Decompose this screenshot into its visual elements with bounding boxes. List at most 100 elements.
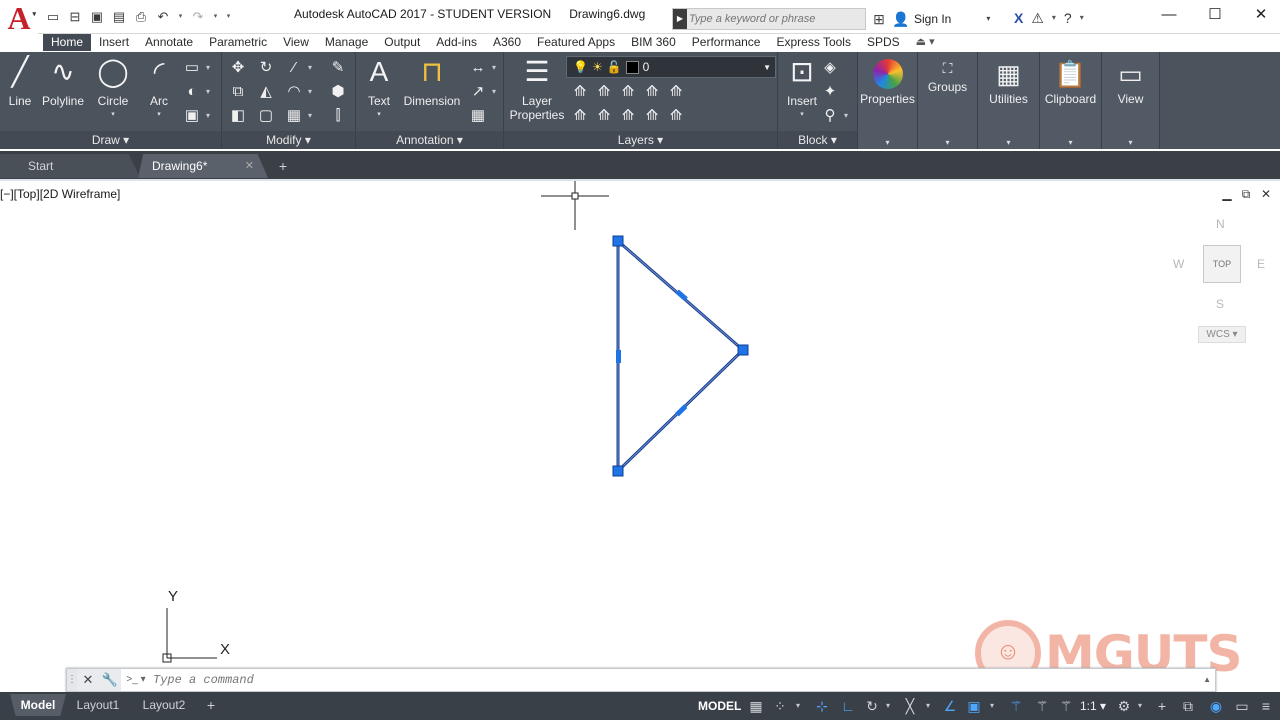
tab-layout1[interactable]: Layout1: [66, 694, 130, 716]
linear-dimension-icon[interactable]: ↔: [468, 58, 497, 78]
tab-annotate[interactable]: Annotate: [137, 34, 201, 51]
customization-menu-icon[interactable]: ≡: [1256, 696, 1276, 716]
chevron-down-icon[interactable]: ▾: [886, 696, 894, 716]
annotation-monitor-plus-icon[interactable]: +: [1152, 696, 1172, 716]
vertex-grip[interactable]: [612, 465, 624, 477]
tab-performance[interactable]: Performance: [684, 34, 769, 51]
sign-in-area[interactable]: ⊞ 👤 Sign In ▾: [870, 8, 997, 30]
insert-block-button[interactable]: ⊡ Insert ▾: [782, 56, 822, 122]
layer-tool-4-icon[interactable]: ⟰: [642, 82, 662, 102]
polar-tracking-icon[interactable]: ↻: [862, 696, 882, 716]
rectangle-icon[interactable]: ▭: [182, 58, 210, 78]
scale-icon[interactable]: ▢: [256, 106, 276, 126]
layer-tool-6-icon[interactable]: ⟰: [570, 106, 590, 126]
layer-tool-10-icon[interactable]: ⟰: [666, 106, 686, 126]
viewcube-north[interactable]: N: [1216, 217, 1225, 231]
circle-tool-button[interactable]: ◯ Circle ▾: [94, 56, 132, 122]
clean-screen-icon[interactable]: ▭: [1232, 696, 1252, 716]
tab-express-tools[interactable]: Express Tools: [768, 34, 858, 51]
viewcube-east[interactable]: E: [1257, 257, 1265, 271]
print-icon[interactable]: ⎙: [132, 8, 150, 26]
view-panel-button[interactable]: ▭ View ▾: [1102, 52, 1160, 149]
layers-panel-title[interactable]: Layers ▾: [504, 131, 777, 149]
layer-tool-1-icon[interactable]: ⟰: [570, 82, 590, 102]
erase-icon[interactable]: ✎: [328, 58, 348, 78]
dimension-tool-button[interactable]: ⊓ Dimension: [402, 56, 462, 108]
grid-icon[interactable]: ▦: [746, 696, 766, 716]
search-input[interactable]: [689, 10, 859, 28]
tab-output[interactable]: Output: [376, 34, 428, 51]
ortho-icon[interactable]: ∟: [838, 696, 858, 716]
annotation-panel-title[interactable]: Annotation ▾: [356, 131, 503, 149]
wcs-menu[interactable]: WCS ▾: [1198, 326, 1246, 343]
draw-panel-title[interactable]: Draw ▾: [0, 131, 221, 149]
edit-block-icon[interactable]: ✦: [820, 82, 840, 102]
current-layer-dropdown[interactable]: 💡 ☀ 🔓 0 ▼: [566, 56, 776, 78]
autodesk-a360-icon[interactable]: ⚠: [1031, 9, 1044, 27]
layer-tool-9-icon[interactable]: ⟰: [642, 106, 662, 126]
tab-spds[interactable]: SPDS: [859, 34, 908, 51]
exchange-apps-icon[interactable]: X: [1014, 9, 1023, 27]
offset-icon[interactable]: ⫿: [328, 106, 348, 126]
midpoint-grip[interactable]: [675, 404, 688, 417]
workspace-gear-icon[interactable]: ⚙: [1114, 696, 1134, 716]
tab-model[interactable]: Model: [10, 694, 66, 716]
viewcube-west[interactable]: W: [1173, 257, 1184, 271]
mirror-icon[interactable]: ◭: [256, 82, 276, 102]
drag-handle[interactable]: ⋮: [67, 669, 77, 691]
chevron-down-icon[interactable]: ▾: [926, 696, 934, 716]
stretch-icon[interactable]: ◧: [228, 106, 248, 126]
binoculars-icon[interactable]: ⊞: [870, 10, 888, 28]
layer-tool-8-icon[interactable]: ⟰: [618, 106, 638, 126]
search-expand-icon[interactable]: ▶: [673, 9, 687, 29]
tab-layout2[interactable]: Layout2: [132, 694, 196, 716]
chevron-down-icon[interactable]: ▾: [1138, 696, 1146, 716]
isolate-objects-icon[interactable]: ⧉: [1178, 696, 1198, 716]
dynamic-input-icon[interactable]: ⊹: [812, 696, 832, 716]
hardware-acceleration-icon[interactable]: ◉: [1206, 696, 1226, 716]
tab-view[interactable]: View: [275, 34, 317, 51]
customize-qat-icon[interactable]: ▾: [224, 8, 233, 26]
close-tab-icon[interactable]: ✕: [245, 154, 254, 178]
new-layout-button[interactable]: +: [200, 694, 222, 716]
customize-wrench-icon[interactable]: 🔧: [99, 669, 121, 691]
polyline-tool-button[interactable]: ∿ Polyline: [40, 56, 86, 108]
new-file-icon[interactable]: ▭: [44, 8, 62, 26]
close-command-line-icon[interactable]: ✕: [77, 669, 99, 691]
tab-home[interactable]: Home: [43, 34, 92, 51]
command-history-icon[interactable]: ▲: [1203, 669, 1211, 691]
tab-manage[interactable]: Manage: [317, 34, 376, 51]
selected-triangle[interactable]: [616, 237, 746, 475]
object-snap-tracking-icon[interactable]: ∠: [940, 696, 960, 716]
command-input[interactable]: [153, 671, 1153, 689]
viewcube-south[interactable]: S: [1216, 297, 1224, 311]
ribbon-minimize-toggle-icon[interactable]: ⏏ ▾: [908, 34, 943, 51]
isodraft-icon[interactable]: ╳: [900, 696, 920, 716]
chevron-down-icon[interactable]: ▾: [796, 696, 804, 716]
chevron-down-icon[interactable]: ▾: [990, 696, 998, 716]
sign-in-label[interactable]: Sign In: [914, 12, 951, 26]
model-space-toggle[interactable]: MODEL: [694, 696, 745, 716]
hatch-icon[interactable]: ◐: [182, 82, 210, 102]
open-folder-icon[interactable]: ⊟: [66, 8, 84, 26]
search-box[interactable]: ▶: [672, 8, 866, 30]
tab-start[interactable]: Start: [0, 154, 140, 178]
tab-featured-apps[interactable]: Featured Apps: [529, 34, 623, 51]
layer-properties-button[interactable]: ☰ Layer Properties: [508, 56, 566, 122]
tab-drawing6[interactable]: Drawing6* ✕: [138, 154, 268, 178]
layer-tool-7-icon[interactable]: ⟰: [594, 106, 614, 126]
leader-icon[interactable]: ↗: [468, 82, 496, 102]
line-tool-button[interactable]: ╱ Line: [4, 56, 36, 108]
utilities-panel-button[interactable]: ▦ Utilities ▾: [978, 52, 1040, 149]
chevron-down-icon[interactable]: ▾: [1052, 9, 1056, 27]
groups-panel-button[interactable]: ⛶ Groups ▾: [918, 52, 978, 149]
copy-icon[interactable]: ⧉: [228, 82, 248, 102]
block-attribute-icon[interactable]: ⚲: [820, 106, 849, 126]
chevron-down-icon[interactable]: ▾: [979, 10, 997, 28]
application-menu-button[interactable]: A ▾: [0, 0, 38, 38]
layer-tool-2-icon[interactable]: ⟰: [594, 82, 614, 102]
midpoint-grip[interactable]: [675, 289, 688, 302]
midpoint-grip[interactable]: [616, 350, 621, 363]
tab-insert[interactable]: Insert: [91, 34, 137, 51]
help-icon[interactable]: ?: [1064, 9, 1072, 27]
